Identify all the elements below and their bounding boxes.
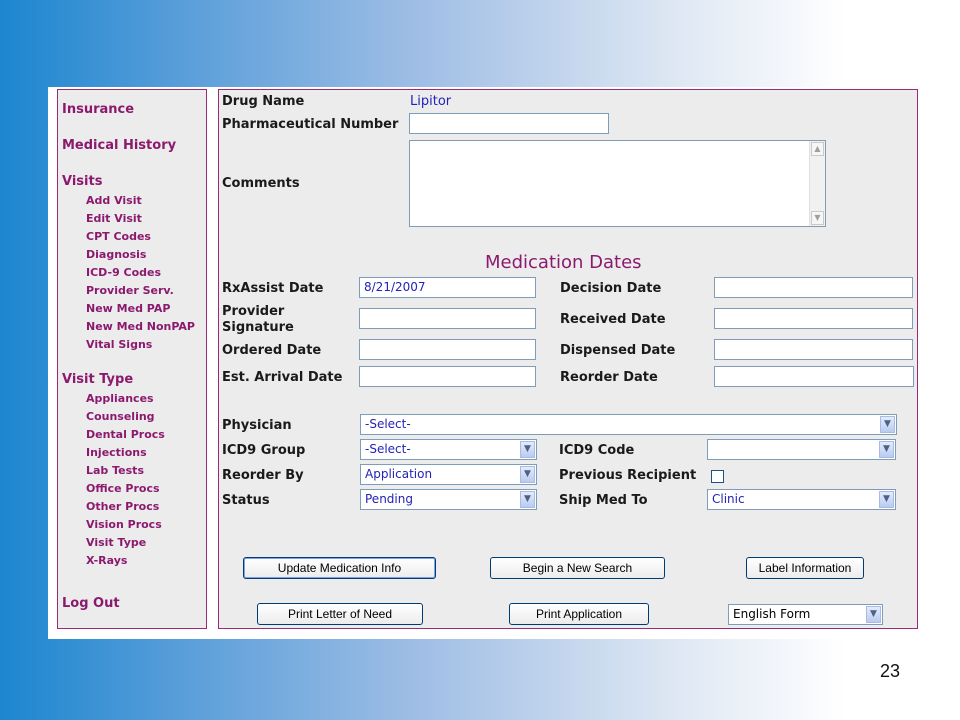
chevron-down-icon[interactable]: ▼ xyxy=(879,491,894,508)
update-medication-info-button[interactable]: Update Medication Info xyxy=(243,557,436,579)
sidebar-item-medical-history[interactable]: Medical History xyxy=(62,138,176,153)
reorder-by-select[interactable]: Application ▼ xyxy=(360,464,537,485)
begin-new-search-button[interactable]: Begin a New Search xyxy=(490,557,665,579)
sidebar-item-vision-procs[interactable]: Vision Procs xyxy=(86,518,162,531)
rxassist-date-input[interactable]: 8/21/2007 xyxy=(359,277,536,298)
chevron-down-icon[interactable]: ▼ xyxy=(866,606,881,623)
sidebar-item-new-med-nonpap[interactable]: New Med NonPAP xyxy=(86,320,195,333)
received-date-input[interactable] xyxy=(714,308,913,329)
icd9-code-select[interactable]: ▼ xyxy=(707,439,896,460)
sidebar-item-x-rays[interactable]: X-Rays xyxy=(86,554,127,567)
label-information-button[interactable]: Label Information xyxy=(746,557,864,579)
icd9-code-label: ICD9 Code xyxy=(559,443,635,458)
sidebar-heading-visit-type: Visit Type xyxy=(62,372,134,387)
provider-signature-input[interactable] xyxy=(359,308,536,329)
pharmaceutical-number-label: Pharmaceutical Number xyxy=(222,117,399,132)
previous-recipient-checkbox[interactable] xyxy=(711,470,724,483)
previous-recipient-label: Previous Recipient xyxy=(559,468,697,483)
sidebar-item-provider-serv[interactable]: Provider Serv. xyxy=(86,284,174,297)
medication-dates-title: Medication Dates xyxy=(485,252,642,273)
decision-date-input[interactable] xyxy=(714,277,913,298)
physician-label: Physician xyxy=(222,418,292,433)
pharmaceutical-number-input[interactable] xyxy=(409,113,609,134)
slide-number: 23 xyxy=(880,661,901,681)
sidebar-heading-visits: Visits xyxy=(62,174,103,189)
sidebar-item-log-out[interactable]: Log Out xyxy=(62,596,120,611)
reorder-by-label: Reorder By xyxy=(222,468,304,483)
sidebar-item-counseling[interactable]: Counseling xyxy=(86,410,155,423)
provider-signature-label: Provider Signature xyxy=(222,304,294,335)
drug-name-label: Drug Name xyxy=(222,94,305,109)
sidebar-item-icd9-codes[interactable]: ICD-9 Codes xyxy=(86,266,161,279)
sidebar-item-cpt-codes[interactable]: CPT Codes xyxy=(86,230,151,243)
form-language-select[interactable]: English Form ▼ xyxy=(728,604,883,625)
ship-med-to-select[interactable]: Clinic ▼ xyxy=(707,489,896,510)
chevron-down-icon[interactable]: ▼ xyxy=(880,416,895,433)
rxassist-date-label: RxAssist Date xyxy=(222,281,324,296)
comments-label: Comments xyxy=(222,176,300,191)
comments-scrollbar[interactable]: ▲ ▼ xyxy=(809,141,825,226)
print-application-button[interactable]: Print Application xyxy=(509,603,649,625)
ordered-date-input[interactable] xyxy=(359,339,536,360)
medication-form: Drug Name Lipitor Pharmaceutical Number … xyxy=(218,89,918,629)
icd9-group-label: ICD9 Group xyxy=(222,443,306,458)
sidebar-item-add-visit[interactable]: Add Visit xyxy=(86,194,142,207)
status-label: Status xyxy=(222,493,270,508)
sidebar-item-diagnosis[interactable]: Diagnosis xyxy=(86,248,146,261)
sidebar-item-visit-type[interactable]: Visit Type xyxy=(86,536,146,549)
sidebar-item-office-procs[interactable]: Office Procs xyxy=(86,482,160,495)
form-language-select-value: English Form xyxy=(733,607,811,621)
ship-med-to-select-value: Clinic xyxy=(712,492,745,506)
chevron-down-icon[interactable]: ▼ xyxy=(520,441,535,458)
sidebar-item-lab-tests[interactable]: Lab Tests xyxy=(86,464,144,477)
sidebar-item-appliances[interactable]: Appliances xyxy=(86,392,154,405)
sidebar-item-vital-signs[interactable]: Vital Signs xyxy=(86,338,152,351)
chevron-down-icon[interactable]: ▼ xyxy=(879,441,894,458)
sidebar-item-dental-procs[interactable]: Dental Procs xyxy=(86,428,165,441)
icd9-group-select-value: -Select- xyxy=(365,442,411,456)
status-select[interactable]: Pending ▼ xyxy=(360,489,537,510)
physician-select-value: -Select- xyxy=(365,417,411,431)
est-arrival-date-input[interactable] xyxy=(359,366,536,387)
reorder-date-input[interactable] xyxy=(714,366,914,387)
sidebar-nav: Insurance Medical History Visits Add Vis… xyxy=(57,89,207,629)
ship-med-to-label: Ship Med To xyxy=(559,493,648,508)
reorder-date-label: Reorder Date xyxy=(560,370,658,385)
drug-name-value: Lipitor xyxy=(410,94,452,109)
dispensed-date-label: Dispensed Date xyxy=(560,343,676,358)
sidebar-item-insurance[interactable]: Insurance xyxy=(62,102,134,117)
sidebar-item-new-med-pap[interactable]: New Med PAP xyxy=(86,302,170,315)
icd9-group-select[interactable]: -Select- ▼ xyxy=(360,439,537,460)
sidebar-item-edit-visit[interactable]: Edit Visit xyxy=(86,212,142,225)
received-date-label: Received Date xyxy=(560,312,666,327)
scroll-up-icon[interactable]: ▲ xyxy=(811,142,824,156)
est-arrival-date-label: Est. Arrival Date xyxy=(222,370,343,385)
print-letter-of-need-button[interactable]: Print Letter of Need xyxy=(257,603,423,625)
sidebar-item-other-procs[interactable]: Other Procs xyxy=(86,500,159,513)
ordered-date-label: Ordered Date xyxy=(222,343,322,358)
dispensed-date-input[interactable] xyxy=(714,339,913,360)
decision-date-label: Decision Date xyxy=(560,281,662,296)
sidebar-item-injections[interactable]: Injections xyxy=(86,446,147,459)
physician-select[interactable]: -Select- ▼ xyxy=(360,414,897,435)
comments-textarea[interactable]: ▲ ▼ xyxy=(409,140,826,227)
reorder-by-select-value: Application xyxy=(365,467,433,481)
chevron-down-icon[interactable]: ▼ xyxy=(520,466,535,483)
scroll-down-icon[interactable]: ▼ xyxy=(811,211,824,225)
status-select-value: Pending xyxy=(365,492,413,506)
chevron-down-icon[interactable]: ▼ xyxy=(520,491,535,508)
